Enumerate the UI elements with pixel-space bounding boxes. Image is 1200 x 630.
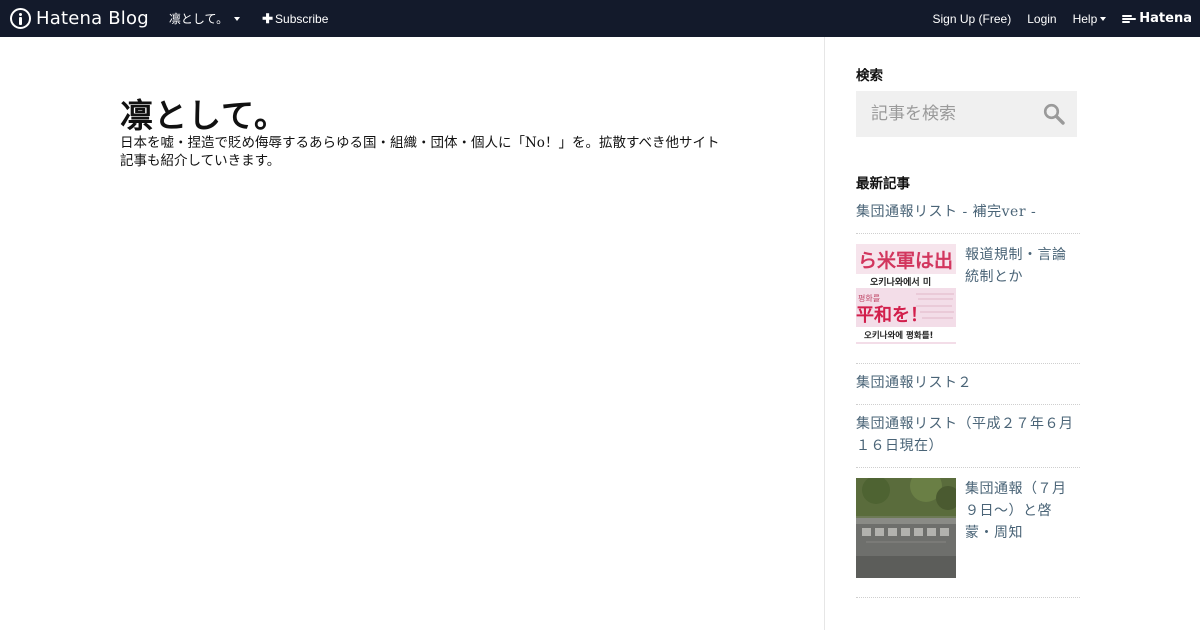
recent-post-link[interactable]: 集団通報（７月９日〜）と啓蒙・周知 (965, 478, 1080, 578)
list-item: 集団通報（７月９日〜）と啓蒙・周知 (856, 468, 1080, 598)
recent-post-link[interactable]: 集団通報リスト - 補完ver - (856, 201, 1036, 223)
thumb-text: 오키나와에 평화를! (864, 330, 933, 341)
recent-posts-list: 集団通報リスト - 補完ver - ら米軍は出 오키나와에서 미 평화를 平和を (856, 193, 1080, 598)
global-header: Hatena Blog 凛として。 ✚ Subscribe Sign Up (F… (0, 0, 1200, 37)
plus-icon: ✚ (262, 10, 274, 26)
protest-sign-thumbnail[interactable]: ら米軍は出 오키나와에서 미 평화를 平和を！ 오키나와에 평화를! (856, 244, 956, 344)
stone-monument-image (856, 478, 956, 578)
blog-title[interactable]: 凛として。 (120, 89, 288, 137)
recent-post-link[interactable]: 集団通報リスト２ (856, 372, 972, 394)
recent-post-link[interactable]: 集団通報リスト（平成２７年６月１６日現在） (856, 413, 1080, 457)
blog-description: 日本を嘘・捏造で貶め侮辱するあらゆる国・組織・団体・個人に「No！」を。拡散すべ… (120, 135, 720, 169)
recent-posts-title: 最新記事 (856, 176, 910, 192)
hatena-blog-logo[interactable]: Hatena Blog (10, 0, 149, 37)
caret-down-icon (234, 16, 241, 21)
caret-down-icon (1100, 16, 1107, 21)
search-button[interactable] (1031, 91, 1077, 137)
blog-menu-dropdown[interactable]: 凛として。 (168, 10, 241, 27)
help-dropdown[interactable]: Help (1073, 12, 1107, 26)
protest-sign-image: ら米軍は出 오키나와에서 미 평화를 平和を！ 오키나와에 평화를! (856, 244, 956, 344)
signup-link[interactable]: Sign Up (Free) (933, 12, 1012, 26)
thumb-text: 平和を！ (856, 305, 928, 326)
recent-post-link[interactable]: 報道規制・言論統制とか (965, 244, 1080, 344)
hatena-mark-icon (1122, 14, 1137, 24)
search-form (856, 91, 1077, 137)
list-item: 集団通報リスト - 補完ver - (856, 193, 1080, 234)
list-item: 集団通報リスト（平成２７年６月１６日現在） (856, 405, 1080, 468)
thumb-text: 평화를 (858, 293, 880, 303)
subscribe-button[interactable]: ✚ Subscribe (262, 11, 328, 27)
search-input[interactable] (856, 91, 1031, 137)
subscribe-label: Subscribe (275, 11, 329, 26)
main-content: 凛として。 日本を嘘・捏造で貶め侮辱するあらゆる国・組織・団体・個人に「No！」… (0, 37, 825, 630)
hatena-logo[interactable]: Hatena (1122, 11, 1192, 26)
search-module-title: 検索 (856, 68, 883, 84)
stone-monument-thumbnail[interactable] (856, 478, 956, 578)
login-link[interactable]: Login (1027, 12, 1056, 26)
thumb-text: 오키나와에서 미 (870, 276, 931, 288)
thumb-text: ら米軍は出 (858, 249, 953, 272)
list-item: 集団通報リスト２ (856, 364, 1080, 405)
hatena-logo-text: Hatena (1139, 11, 1192, 26)
hatena-blog-icon (10, 8, 31, 29)
header-right-nav: Sign Up (Free) Login Help Hatena (917, 11, 1200, 26)
help-label: Help (1072, 11, 1098, 26)
blog-menu-label: 凛として。 (168, 12, 229, 26)
search-icon (1043, 103, 1065, 125)
brand-text: Hatena Blog (36, 8, 149, 29)
list-item: ら米軍は出 오키나와에서 미 평화를 平和を！ 오키나와에 평화를! 報道規制・… (856, 234, 1080, 364)
